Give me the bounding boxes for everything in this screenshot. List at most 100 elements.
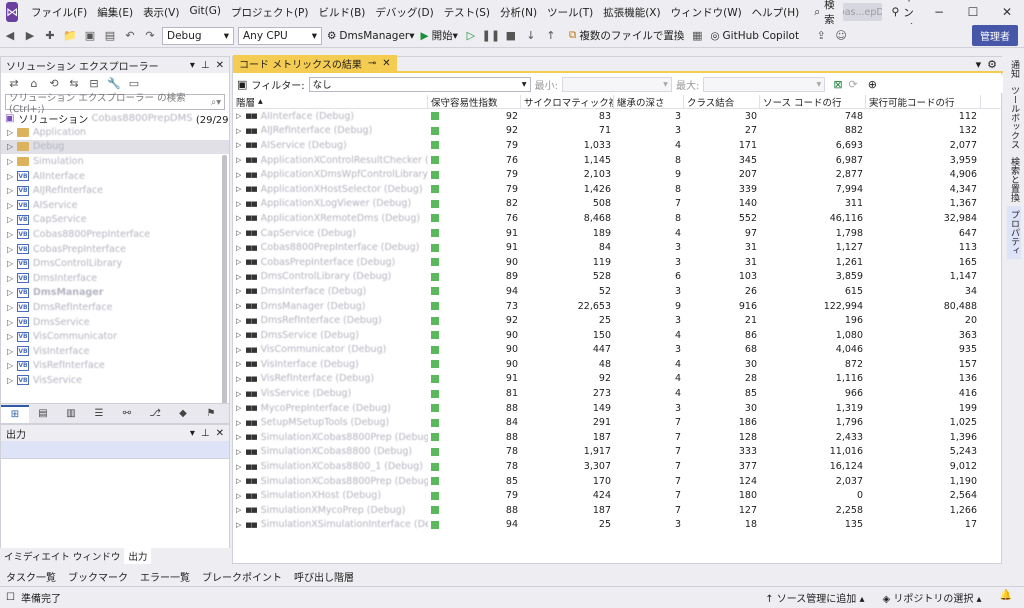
menu-item[interactable]: ヘルプ(H) (747, 5, 805, 20)
git-changes-tab-icon[interactable]: ⎇ (141, 405, 169, 423)
table-row[interactable]: ▷ ■■ VisCommunicator (Debug) 90 447 3 68 4,046 9… (233, 343, 1003, 358)
expand-arrow-icon[interactable]: ▷ (7, 303, 17, 312)
expand-arrow-icon[interactable]: ▷ (236, 112, 241, 120)
maximize-icon[interactable]: ☐ (956, 5, 990, 19)
close-icon[interactable]: ✕ (216, 60, 224, 71)
tree-item[interactable]: ▷ VB CapService (1, 213, 229, 228)
table-row[interactable]: ▷ ■■ AIInterface (Debug) 92 83 3 30 748 112 (233, 109, 1003, 124)
export-excel-icon[interactable]: ⊠ (833, 78, 842, 91)
expand-arrow-icon[interactable]: ▷ (236, 214, 241, 222)
table-row[interactable]: ▷ ■■ AIService (Debug) 79 1,033 4 171 6,693 2,07… (233, 138, 1003, 153)
redo-icon[interactable]: ↷ (141, 27, 159, 45)
tab-task-list[interactable]: タスク一覧 (0, 569, 62, 584)
class-view-tab-icon[interactable]: ▤ (29, 405, 57, 423)
tree-item[interactable]: ▷ VB DmsManager (1, 286, 229, 301)
table-row[interactable]: ▷ ■■ DmsService (Debug) 90 150 4 86 1,080 363 (233, 328, 1003, 343)
expand-arrow-icon[interactable]: ▷ (236, 433, 241, 441)
save-icon[interactable]: ▣ (81, 27, 99, 45)
menu-item[interactable]: デバッグ(D) (370, 5, 438, 20)
tree-item[interactable]: ▷ VB AIJRefInterface (1, 183, 229, 198)
table-row[interactable]: ▷ ■■ DmsManager (Debug) 73 22,653 9 916 122,994… (233, 299, 1003, 314)
minimize-icon[interactable]: − (922, 5, 956, 19)
expand-arrow-icon[interactable]: ▷ (7, 142, 17, 151)
expand-arrow-icon[interactable]: ▷ (236, 521, 241, 529)
step-out-icon[interactable]: ↑ (542, 27, 560, 45)
table-row[interactable]: ▷ ■■ DmsInterface (Debug) 94 52 3 26 615 34 (233, 284, 1003, 299)
expand-arrow-icon[interactable]: ▷ (7, 215, 17, 224)
pin-icon[interactable]: ⊸ (368, 58, 376, 69)
expand-arrow-icon[interactable]: ▷ (7, 318, 17, 327)
tree-item[interactable]: ▷ VB DmsInterface (1, 271, 229, 286)
tab-immediate-window[interactable]: イミディエイト ウィンドウ (0, 548, 124, 564)
solution-root-row[interactable]: ▣ ソリューション Cobas8800PrepDMS (29/29 のプロ (1, 111, 229, 126)
expand-arrow-icon[interactable]: ▷ (236, 331, 241, 339)
select-repository-button[interactable]: ◈ リポジトリの選択 ▴ (882, 590, 981, 605)
pin-icon[interactable]: ⊥ (201, 428, 210, 439)
tab-breakpoints[interactable]: ブレークポイント (196, 569, 288, 584)
property-manager-tab-icon[interactable]: ▥ (57, 405, 85, 423)
expand-arrow-icon[interactable]: ▷ (236, 127, 241, 135)
tab-toolbox[interactable]: ツールボックス (1007, 82, 1021, 153)
menu-item[interactable]: 拡張機能(X) (598, 5, 665, 20)
feedback-icon[interactable]: ☺ (832, 27, 850, 45)
dropdown-icon[interactable]: ▾ (190, 428, 195, 439)
tree-item[interactable]: ▷ VB DmsService (1, 315, 229, 330)
table-row[interactable]: ▷ ■■ MycoPrepInterface (Debug) 88 149 3 30 1,31… (233, 401, 1003, 416)
table-row[interactable]: ▷ ■■ DmsRefInterface (Debug) 92 25 3 21 196 20 (233, 313, 1003, 328)
tree-item[interactable]: ▷ VB AIService (1, 198, 229, 213)
add-source-control-button[interactable]: ↑ ソース管理に追加 ▴ (765, 590, 864, 605)
table-row[interactable]: ▷ ■■ ApplicationXRemoteDms (Debug) 76 8,468 8… (233, 211, 1003, 226)
close-icon[interactable]: ✕ (990, 5, 1024, 19)
tab-notifications[interactable]: 通知 (1007, 56, 1021, 82)
tab-output[interactable]: 出力 (124, 548, 152, 564)
expand-arrow-icon[interactable]: ▷ (236, 463, 241, 471)
tab-find-replace[interactable]: 検索と置換 (1007, 153, 1021, 206)
expand-arrow-icon[interactable]: ▷ (236, 448, 241, 456)
solution-explorer-scroll-thumb[interactable] (222, 155, 227, 417)
expand-arrow-icon[interactable]: ▷ (7, 186, 17, 195)
menu-item[interactable]: ウィンドウ(W) (666, 5, 747, 20)
expand-arrow-icon[interactable]: ▷ (236, 156, 241, 164)
column-class-coupling[interactable]: クラス結合 (684, 95, 760, 108)
table-row[interactable]: ▷ ■■ Cobas8800PrepInterface (Debug) 91 84 3 31… (233, 240, 1003, 255)
expand-arrow-icon[interactable]: ▷ (236, 244, 241, 252)
expand-arrow-icon[interactable]: ▷ (236, 171, 241, 179)
expand-arrow-icon[interactable]: ▷ (236, 506, 241, 514)
stop-icon[interactable]: ■ (502, 27, 520, 45)
tab-error-list[interactable]: エラー一覧 (134, 569, 196, 584)
filter-select[interactable]: なし ▾ (308, 76, 531, 92)
git-repository-tab-icon[interactable]: ◆ (169, 405, 197, 423)
expand-arrow-icon[interactable]: ▷ (7, 230, 17, 239)
expand-arrow-icon[interactable]: ▷ (236, 258, 241, 266)
notifications-bell-icon[interactable]: 🔔 (1000, 590, 1012, 605)
settings-icon[interactable]: ⚙ (987, 58, 997, 71)
table-row[interactable]: ▷ ■■ VisRefInterface (Debug) 91 92 4 28 1,116 13… (233, 372, 1003, 387)
tab-bookmarks[interactable]: ブックマーク (62, 569, 134, 584)
tree-item[interactable]: ▷ VB DmsControlLibrary (1, 256, 229, 271)
column-cyclomatic[interactable]: サイクロマティック複雑度 (521, 95, 614, 108)
startup-project-select[interactable]: ⚙ DmsManager ▾ (327, 30, 415, 42)
menu-item[interactable]: ビルド(B) (313, 5, 370, 20)
pin-icon[interactable]: ⊥ (201, 60, 210, 71)
column-inheritance-depth[interactable]: 継承の深さ (614, 95, 684, 108)
undo-icon[interactable]: ↶ (121, 27, 139, 45)
expand-arrow-icon[interactable]: ▷ (7, 128, 17, 137)
table-row[interactable]: ▷ ■■ SimulationXCobas8800 (Debug) 78 1,917 7 3… (233, 445, 1003, 460)
tab-properties[interactable]: プロパティ (1007, 206, 1021, 259)
expand-arrow-icon[interactable]: ▷ (236, 477, 241, 485)
tree-item[interactable]: ▷ VB CobasPrepInterface (1, 242, 229, 257)
expand-arrow-icon[interactable]: ▷ (7, 288, 17, 297)
search-button[interactable]: ⌕ 検索 (810, 0, 838, 26)
table-row[interactable]: ▷ ■■ VisInterface (Debug) 90 48 4 30 872 157 (233, 357, 1003, 372)
live-share-tab-icon[interactable]: ⚑ (197, 405, 225, 423)
step-into-icon[interactable]: ↓ (522, 27, 540, 45)
table-row[interactable]: ▷ ■■ApplicationXControlResultChecker (Deb… (233, 153, 1003, 168)
open-icon[interactable]: 📁 (61, 27, 79, 45)
pause-icon[interactable]: ❚❚ (482, 27, 500, 45)
save-all-icon[interactable]: ▤ (101, 27, 119, 45)
expand-arrow-icon[interactable]: ▷ (7, 274, 17, 283)
calendar-icon[interactable]: ▦ (688, 27, 706, 45)
expand-arrow-icon[interactable]: ▷ (236, 492, 241, 500)
expand-arrow-icon[interactable]: ▷ (236, 375, 241, 383)
expand-arrow-icon[interactable]: ▷ (236, 404, 241, 412)
